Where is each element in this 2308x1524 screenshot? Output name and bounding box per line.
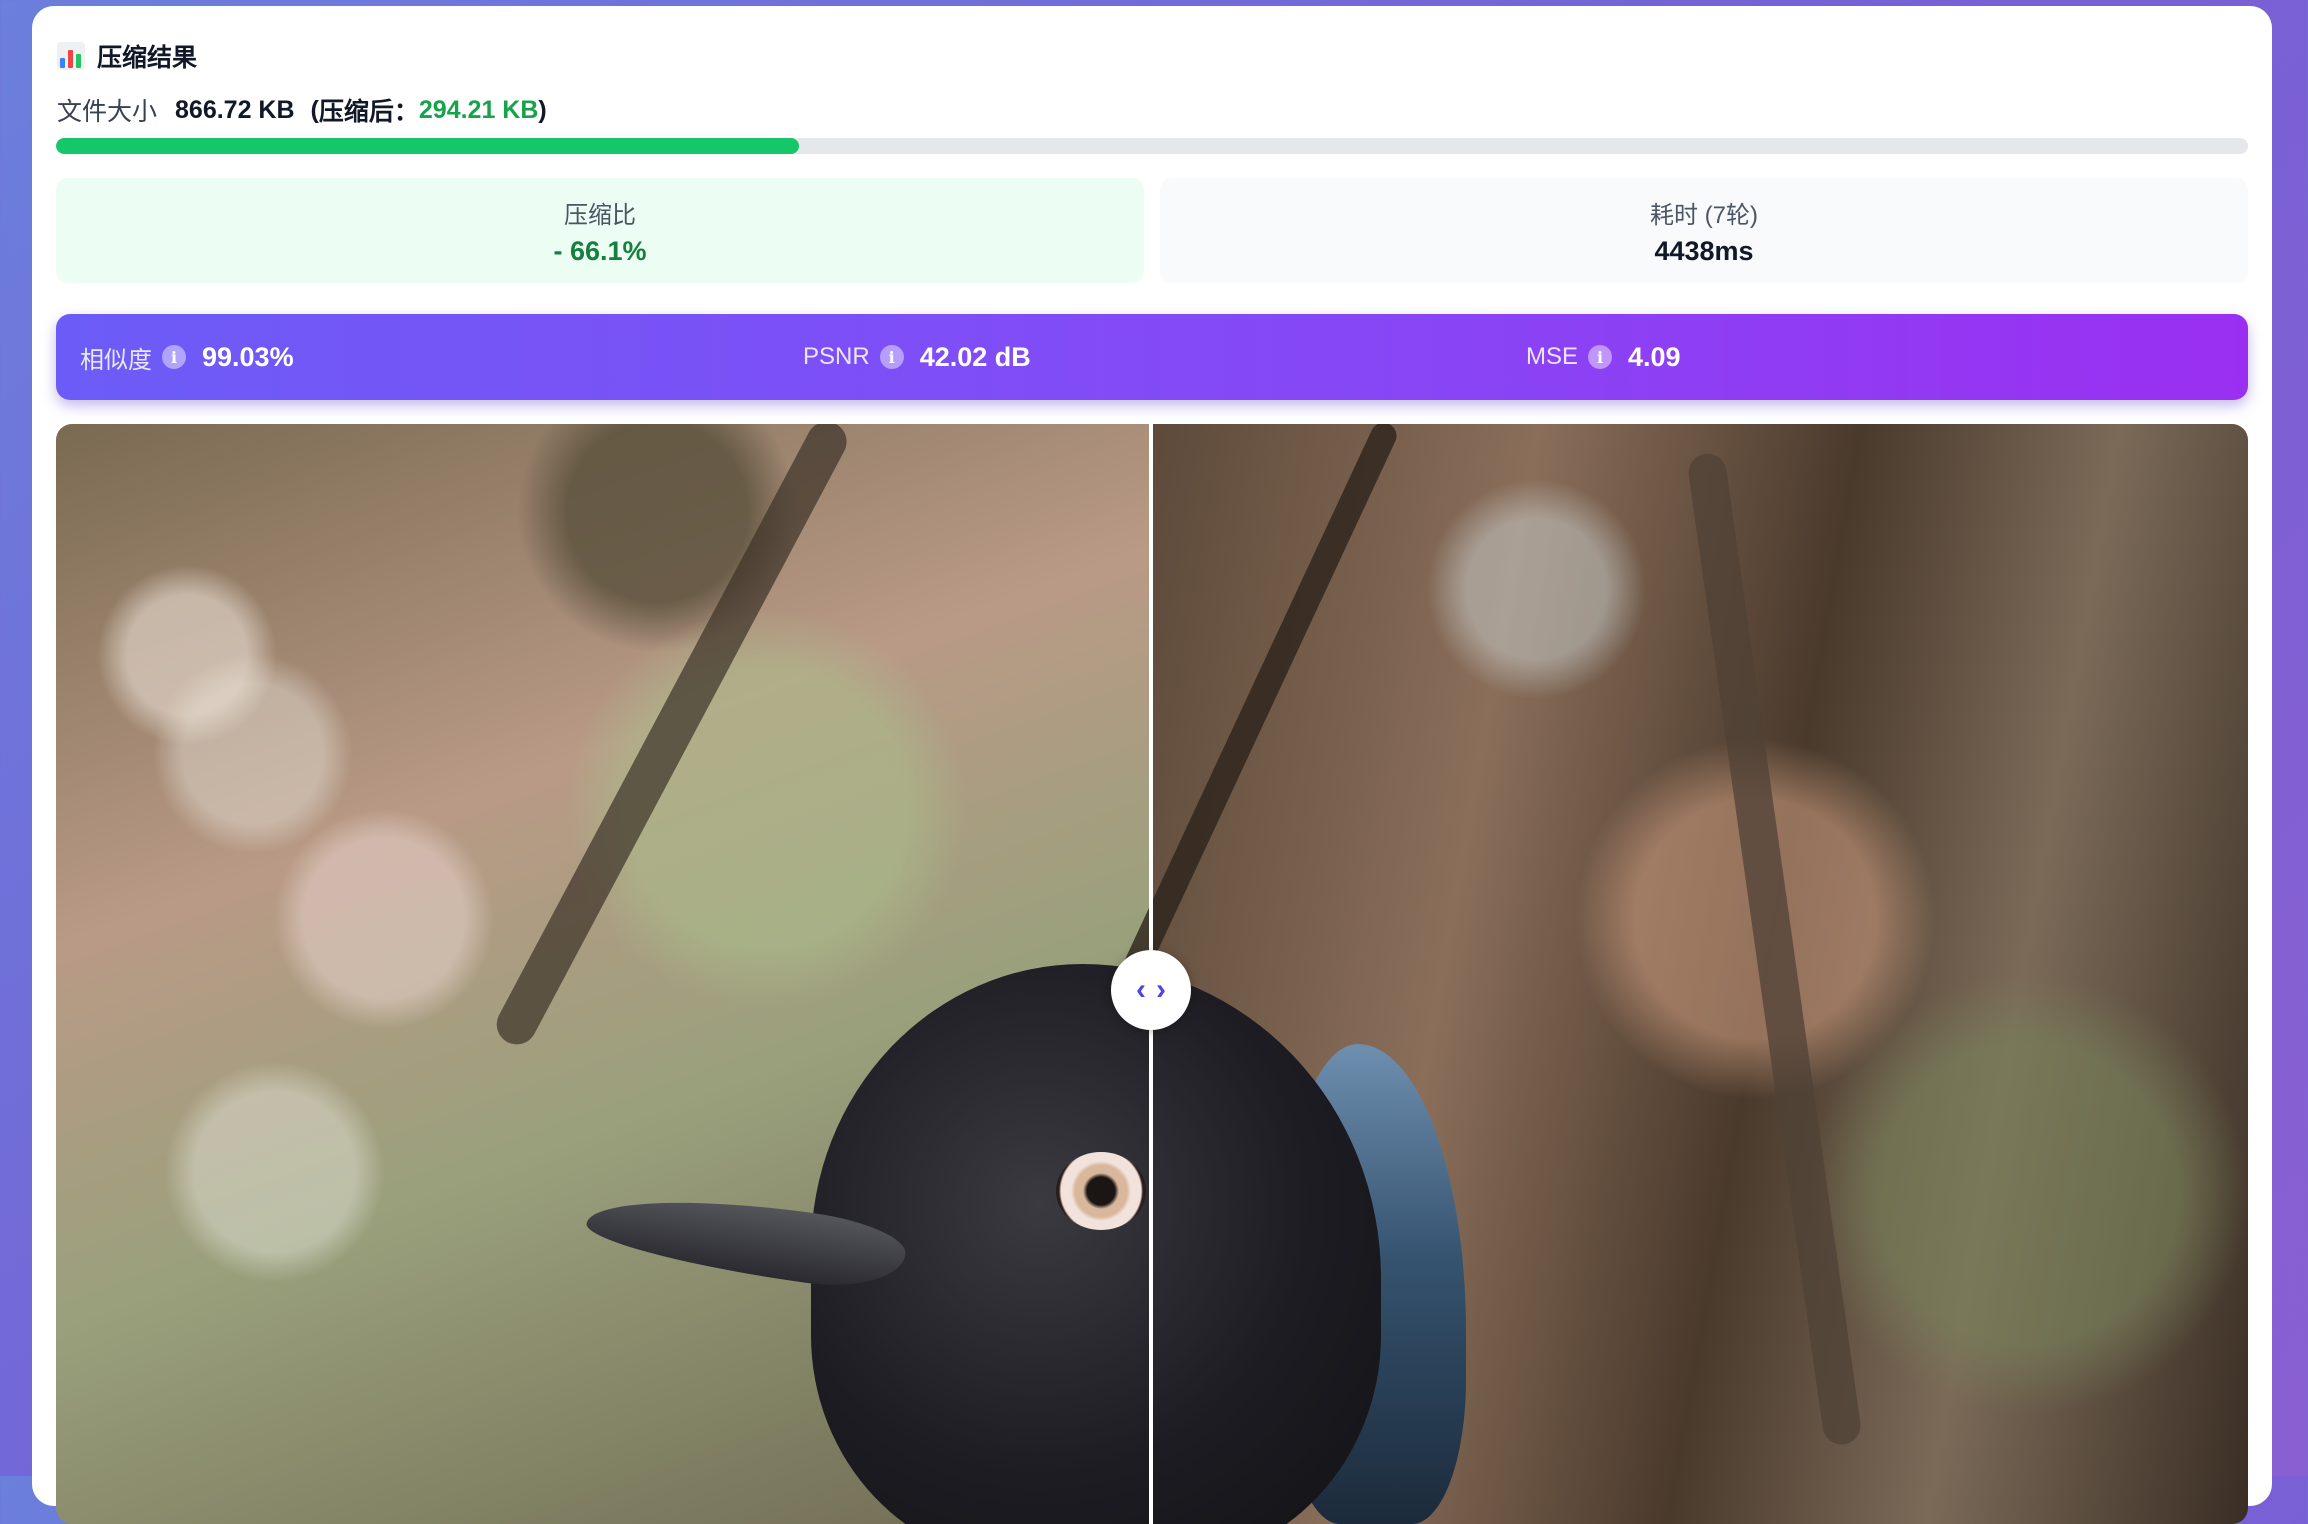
elapsed-time-card: 耗时 (7轮) 4438ms	[1160, 178, 2248, 283]
size-progress-fill	[56, 138, 800, 154]
original-size: 866.72 KB	[175, 95, 295, 124]
compression-ratio-value: - 66.1%	[553, 235, 647, 266]
result-header: 压缩结果	[57, 36, 197, 76]
psnr-metric: PSNR i 42.02 dB	[803, 314, 1031, 400]
similarity-metric: 相似度 i 99.03%	[80, 314, 294, 400]
compression-result-card: 压缩结果 文件大小 866.72 KB ( 压缩后： 294.21 KB ) 压…	[32, 6, 2272, 1524]
mse-metric: MSE i 4.09	[1526, 314, 1681, 400]
bird-eye	[1056, 1152, 1146, 1230]
similarity-label: 相似度	[80, 346, 152, 374]
file-size-row: 文件大小 866.72 KB ( 压缩后： 294.21 KB )	[57, 90, 547, 130]
size-progress-bar	[56, 138, 2248, 154]
result-title: 压缩结果	[97, 44, 198, 72]
compression-ratio-label: 压缩比	[564, 201, 636, 229]
compressed-size: 294.21 KB	[418, 95, 539, 124]
bar-chart-icon	[57, 42, 85, 70]
chevron-left-icon: ‹	[1136, 973, 1146, 1006]
compression-ratio-card: 压缩比 - 66.1%	[56, 178, 1144, 283]
mse-label: MSE	[1526, 343, 1579, 370]
info-icon[interactable]: i	[1588, 345, 1613, 369]
psnr-value: 42.02 dB	[919, 341, 1031, 372]
mse-value: 4.09	[1628, 341, 1681, 372]
elapsed-time-label: 耗时 (7轮)	[1650, 201, 1758, 229]
paren-close: )	[538, 95, 547, 124]
compressed-size-label: 压缩后：	[318, 98, 419, 126]
similarity-value: 99.03%	[202, 341, 294, 372]
paren-open: (	[310, 95, 319, 124]
psnr-label: PSNR	[803, 343, 870, 370]
chevron-right-icon: ›	[1156, 973, 1166, 1006]
quality-metrics-bar: 相似度 i 99.03% PSNR i 42.02 dB MSE i 4.09	[56, 314, 2248, 400]
info-icon[interactable]: i	[879, 345, 904, 369]
image-compare-viewer[interactable]: ‹ ›	[56, 424, 2248, 1524]
info-icon[interactable]: i	[162, 345, 186, 369]
compare-slider-handle[interactable]: ‹ ›	[1111, 950, 1191, 1030]
elapsed-time-value: 4438ms	[1654, 235, 1754, 266]
file-size-label: 文件大小	[57, 98, 158, 126]
